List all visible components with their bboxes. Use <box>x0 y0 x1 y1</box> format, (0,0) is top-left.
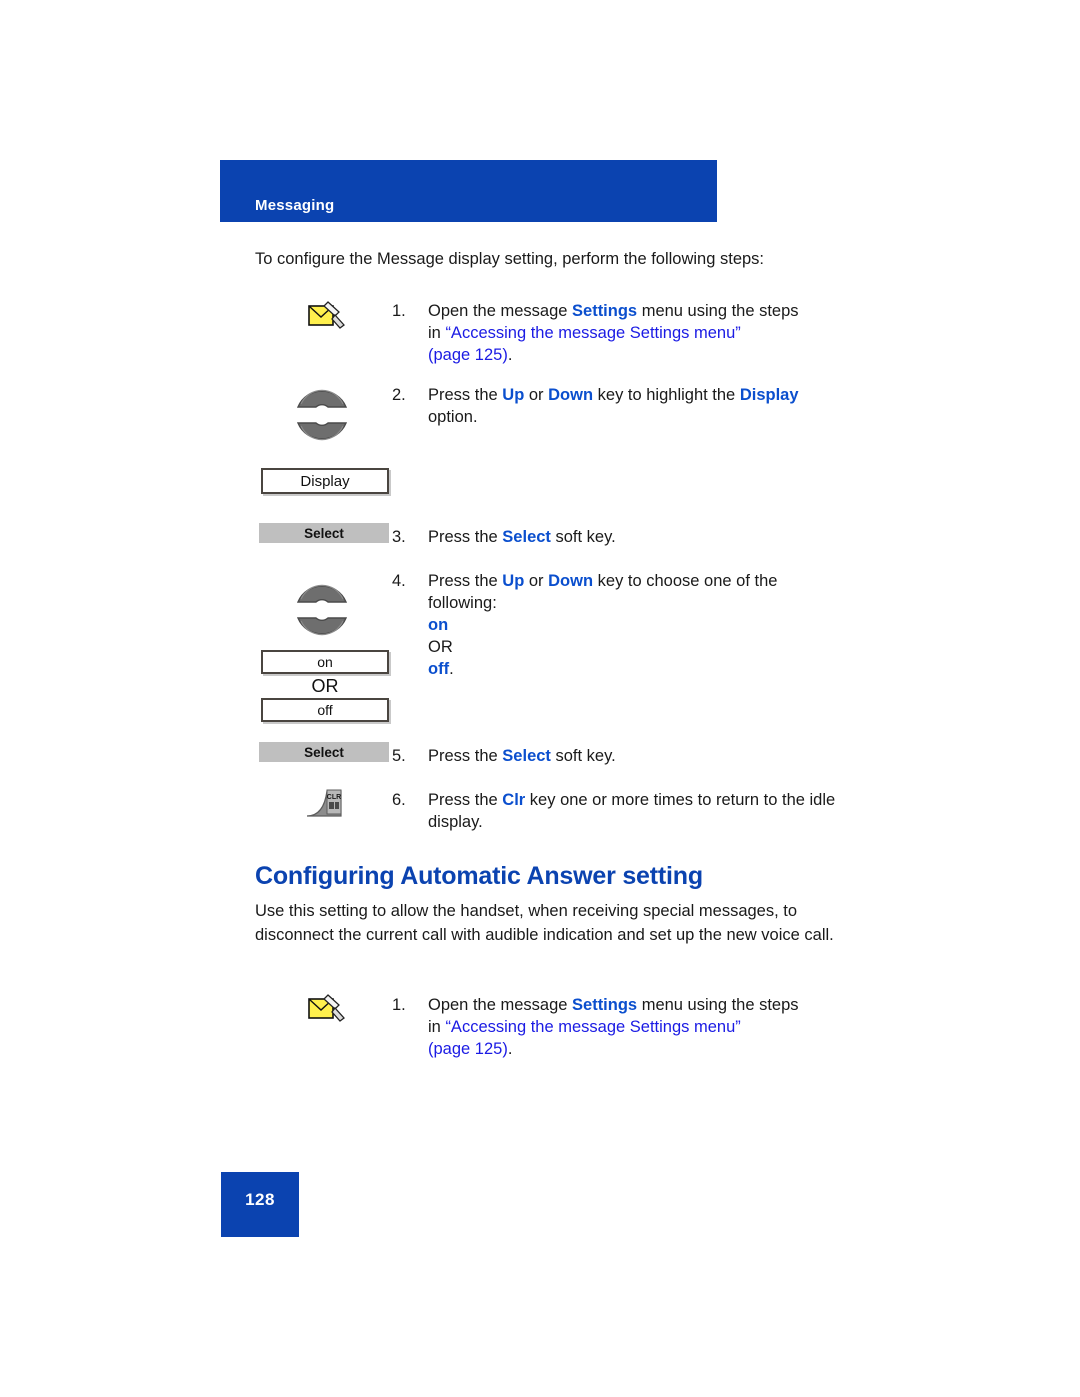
page-number: 128 <box>245 1190 275 1209</box>
step-text: Press the Select soft key. <box>428 745 616 767</box>
step-text-part: in <box>428 1018 446 1036</box>
step-number: 6. <box>392 791 406 809</box>
keyword-clr: Clr <box>502 791 526 809</box>
intro-paragraph: To configure the Message display setting… <box>255 250 765 268</box>
section-heading: Configuring Automatic Answer setting <box>255 862 703 890</box>
cross-reference-link[interactable]: “Accessing the message Settings menu” <box>445 1018 740 1036</box>
keyword-display: Display <box>739 386 799 404</box>
keyword-down: Down <box>548 386 594 404</box>
section-paragraph: Use this setting to allow the handset, w… <box>255 902 834 944</box>
step-item: 6. Press the Clr key one or more times t… <box>392 789 842 833</box>
chapter-header-band: Messaging <box>220 160 717 222</box>
step-number: 2. <box>392 386 406 404</box>
menu-option-label: Display <box>300 472 350 490</box>
step-text-part: . <box>449 660 454 678</box>
down-nav-key-icon <box>294 421 350 453</box>
menu-option-display[interactable]: Display <box>261 468 389 494</box>
step-number: 4. <box>392 572 406 590</box>
page-reference-link[interactable]: (page 125) <box>428 346 508 364</box>
step-item: 1. Open the message Settings menu using … <box>392 994 842 1060</box>
step-text: Press the Clr key one or more times to r… <box>428 789 842 833</box>
keyword-up: Up <box>502 572 525 590</box>
menu-option-off[interactable]: off <box>261 698 389 722</box>
step-text: Open the message Settings menu using the… <box>428 300 799 366</box>
up-nav-key-icon <box>294 377 350 409</box>
svg-text:CLR: CLR <box>327 794 341 801</box>
step-text-part: option. <box>428 408 478 426</box>
step-text: Press the Up or Down key to choose one o… <box>428 570 822 680</box>
clr-key-icon: CLR <box>305 788 351 818</box>
step-item: 4. Press the Up or Down key to choose on… <box>392 570 822 680</box>
step-number: 1. <box>392 996 406 1014</box>
up-nav-key-icon <box>294 572 350 604</box>
step-text-part: Press the <box>428 791 503 809</box>
step-text-part: . <box>507 346 513 364</box>
step-text-part: or <box>524 386 549 404</box>
keyword-off: off <box>428 660 450 678</box>
step-text-part: soft key. <box>550 747 616 765</box>
keyword-settings: Settings <box>572 996 638 1014</box>
step-text-part: Open the message <box>428 996 573 1014</box>
step-text-part: in <box>428 324 446 342</box>
step-text-part: . <box>507 1040 513 1058</box>
step-number: 3. <box>392 528 406 546</box>
keyword-select: Select <box>502 528 551 546</box>
step-text: Press the Select soft key. <box>428 526 616 548</box>
step-number: 1. <box>392 302 406 320</box>
envelope-settings-icon <box>308 300 348 334</box>
soft-key-label: Select <box>304 744 344 760</box>
step-item: 5. Press the Select soft key. <box>392 745 842 767</box>
menu-option-label: off <box>317 702 333 718</box>
keyword-up: Up <box>502 386 525 404</box>
menu-option-label: on <box>317 654 333 670</box>
page-number-box: 128 <box>221 1172 299 1237</box>
document-page: Messaging To configure the Message displ… <box>0 0 1080 1397</box>
step-text-part: key to highlight the <box>593 386 740 404</box>
step-text-part: Press the <box>428 747 503 765</box>
keyword-settings: Settings <box>572 302 638 320</box>
or-separator-text: OR <box>428 638 453 656</box>
page-reference-link[interactable]: (page 125) <box>428 1040 508 1058</box>
step-item: 3. Press the Select soft key. <box>392 526 842 548</box>
step-text-part: Press the <box>428 386 503 404</box>
step-text-part: Open the message <box>428 302 573 320</box>
keyword-select: Select <box>502 747 551 765</box>
step-text-part: soft key. <box>550 528 616 546</box>
step-text-part: menu using the steps <box>637 302 799 320</box>
keyword-down: Down <box>548 572 594 590</box>
step-text-part: Press the <box>428 572 503 590</box>
step-text-part: Press the <box>428 528 503 546</box>
select-soft-key-1[interactable]: Select <box>259 523 389 543</box>
down-nav-key-icon <box>294 616 350 648</box>
cross-reference-link[interactable]: “Accessing the message Settings menu” <box>445 324 740 342</box>
step-number: 5. <box>392 747 406 765</box>
step-text: Press the Up or Down key to highlight th… <box>428 384 842 428</box>
chapter-title: Messaging <box>255 197 335 214</box>
envelope-settings-icon <box>308 993 348 1027</box>
menu-option-on[interactable]: on <box>261 650 389 674</box>
step-item: 2. Press the Up or Down key to highlight… <box>392 384 842 428</box>
step-item: 1. Open the message Settings menu using … <box>392 300 842 366</box>
step-text-part: menu using the steps <box>637 996 799 1014</box>
soft-key-label: Select <box>304 525 344 541</box>
step-text-part: or <box>524 572 549 590</box>
or-separator: OR <box>311 676 339 696</box>
step-text: Open the message Settings menu using the… <box>428 994 799 1060</box>
keyword-on: on <box>428 616 449 634</box>
select-soft-key-2[interactable]: Select <box>259 742 389 762</box>
